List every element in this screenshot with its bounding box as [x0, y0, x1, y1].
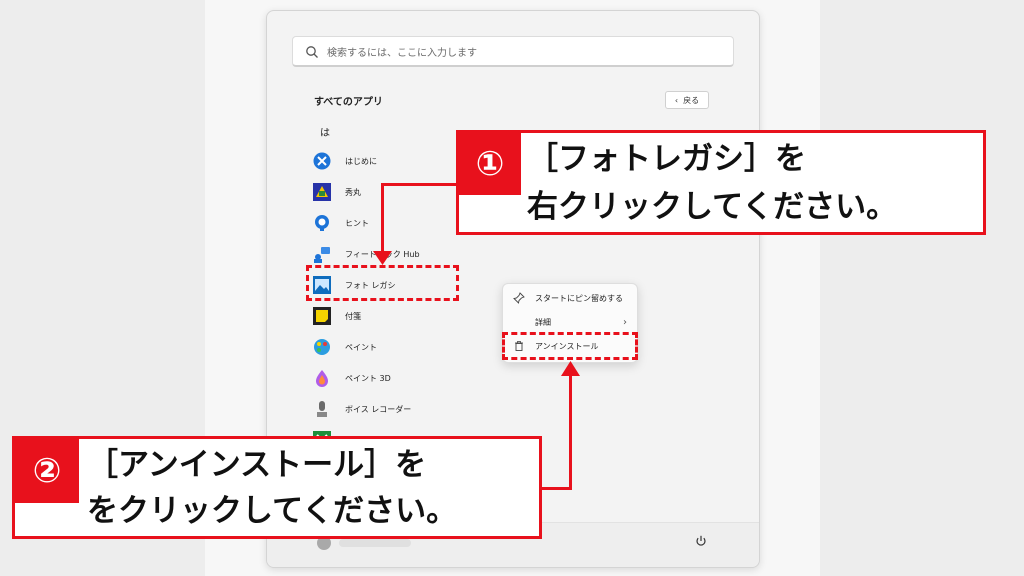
paint-3d-icon	[316, 370, 328, 387]
app-label: ペイント	[345, 342, 377, 352]
getting-started-icon	[313, 152, 331, 170]
app-item-voice-recorder[interactable]: ボイス レコーダー	[313, 395, 503, 423]
all-apps-title: すべてのアプリ	[314, 97, 383, 108]
back-button[interactable]: ‹ 戻る	[665, 91, 709, 109]
arrow2-head	[561, 361, 580, 376]
callout-2-line-2: をクリックしてください。	[87, 493, 458, 529]
arrow1-vertical	[381, 183, 384, 253]
group-letter[interactable]: は	[320, 124, 330, 139]
power-icon[interactable]	[695, 535, 707, 547]
arrow1-horizontal	[381, 183, 457, 186]
callout-step-1: ① ［フォトレガシ］を 右クリックしてください。	[456, 130, 986, 235]
paint-icon	[314, 339, 330, 355]
context-item-label: 詳細	[535, 317, 551, 327]
search-box[interactable]: 検索するには、ここに入力します	[292, 36, 734, 67]
chevron-right-icon: ›	[623, 316, 627, 328]
arrow2-horizontal	[541, 487, 572, 490]
search-icon	[305, 44, 319, 58]
app-label: はじめに	[345, 156, 377, 166]
context-item-more[interactable]: 詳細 ›	[503, 311, 637, 333]
chevron-left-icon: ‹	[674, 95, 679, 105]
feedback-hub-icon	[314, 247, 330, 263]
callout-1-line-1: ［フォトレガシ］を	[527, 141, 806, 177]
hidemaru-icon	[313, 183, 331, 201]
app-label: 秀丸	[345, 187, 361, 197]
step-2-badge: ②	[15, 439, 79, 503]
voice-recorder-icon	[317, 401, 327, 417]
app-item-sticky-notes[interactable]: 付箋	[313, 302, 503, 330]
pin-icon	[513, 292, 525, 304]
sticky-notes-icon	[313, 307, 331, 325]
back-button-label: 戻る	[683, 95, 700, 105]
context-item-label: スタートにピン留めする	[535, 293, 623, 303]
highlight-uninstall	[502, 332, 638, 360]
step-1-badge: ①	[459, 133, 521, 195]
arrow2-vertical	[569, 375, 572, 490]
app-label: 付箋	[345, 311, 361, 321]
tips-icon	[315, 215, 329, 231]
callout-step-2: ② ［アンインストール］を をクリックしてください。	[12, 436, 542, 539]
app-label: ヒント	[345, 218, 369, 228]
app-item-paint-3d[interactable]: ペイント 3D	[313, 364, 503, 392]
app-label: ボイス レコーダー	[345, 404, 412, 414]
callout-2-line-1: ［アンインストール］を	[87, 447, 427, 483]
app-label: ペイント 3D	[345, 373, 391, 383]
app-item-paint[interactable]: ペイント	[313, 333, 503, 361]
app-item-feedback-hub[interactable]: フィードバック Hub	[313, 240, 503, 268]
user-name-redacted	[339, 539, 411, 547]
search-placeholder: 検索するには、ここに入力します	[327, 47, 477, 59]
context-item-pin-to-start[interactable]: スタートにピン留めする	[503, 287, 637, 309]
arrow1-head	[373, 251, 392, 265]
highlight-photos-legacy	[306, 265, 459, 301]
callout-1-line-2: 右クリックしてください。	[527, 189, 898, 225]
